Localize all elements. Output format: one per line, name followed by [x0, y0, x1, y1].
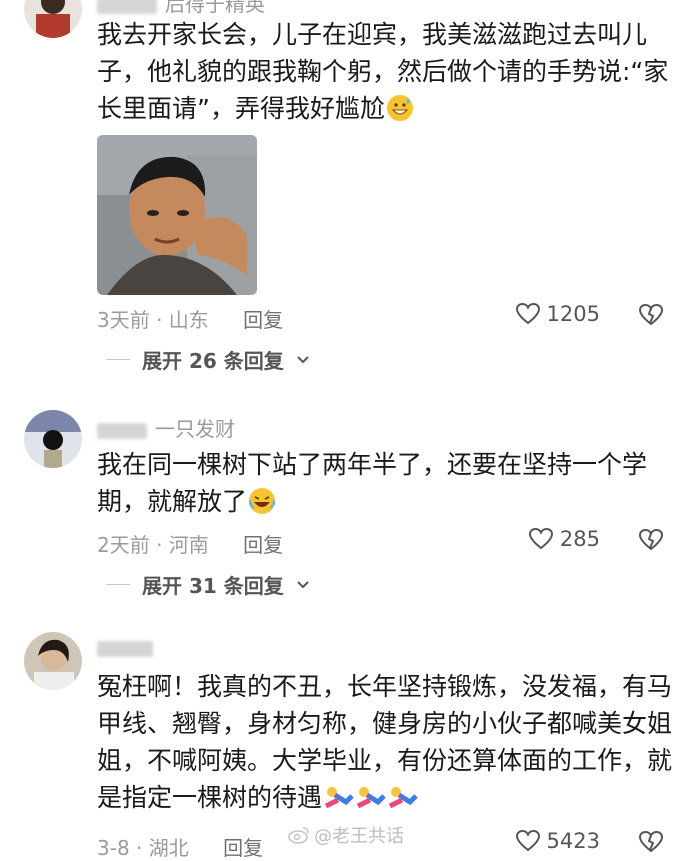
dislike-button[interactable]: [638, 830, 664, 858]
watermark: @老王共话: [288, 822, 404, 848]
broken-heart-icon: [638, 830, 664, 853]
meta-row: 3天前 · 山东 回复: [97, 304, 283, 333]
username[interactable]: 一只发财: [97, 413, 235, 442]
like-button[interactable]: 1205: [515, 302, 600, 326]
crying-laughing-emoji-icon: [249, 488, 276, 514]
grinning-sweat-emoji-icon: [386, 95, 413, 121]
like-count: 5423: [546, 829, 600, 853]
broken-heart-icon: [638, 528, 664, 551]
falling-person-emoji-icon: [324, 784, 354, 810]
dislike-button[interactable]: [638, 528, 664, 556]
avatar[interactable]: [24, 410, 82, 468]
divider-line: [106, 584, 130, 585]
username[interactable]: [97, 635, 161, 659]
heart-icon: [528, 527, 553, 550]
expand-replies-button[interactable]: 展开 26 条回复: [106, 345, 310, 374]
comment-text: 冤枉啊！我真的不丑，长年坚持锻炼，没发福，有马甲线、翘臀，身材匀称，健身房的小伙…: [97, 672, 673, 812]
heart-icon: [515, 302, 540, 325]
username[interactable]: 后得于精英: [97, 0, 265, 17]
like-button[interactable]: 5423: [515, 829, 600, 853]
like-button[interactable]: 285: [528, 527, 600, 551]
heart-icon: [515, 829, 540, 852]
falling-person-emoji-icon: [356, 784, 386, 810]
time-location: 3-8 · 湖北: [97, 836, 189, 860]
comment-text: 我去开家长会，儿子在迎宾，我美滋滋跑过去叫儿子，他礼貌的跟我鞠个躬，然后做个请的…: [97, 20, 669, 123]
meta-row: 2天前 · 河南 回复: [97, 529, 283, 558]
reply-button[interactable]: 回复: [223, 836, 263, 860]
time-location: 3天前 · 山东: [97, 308, 209, 332]
falling-person-emoji-icon: [388, 784, 418, 810]
dislike-button[interactable]: [638, 303, 664, 331]
avatar[interactable]: [24, 0, 82, 38]
time-location: 2天前 · 河南: [97, 533, 209, 557]
reply-button[interactable]: 回复: [243, 308, 283, 332]
broken-heart-icon: [638, 303, 664, 326]
weibo-logo-icon: [288, 827, 309, 844]
chevron-down-icon: [297, 580, 309, 588]
sticker-image[interactable]: [97, 135, 257, 295]
expand-replies-button[interactable]: 展开 31 条回复: [106, 570, 310, 599]
avatar[interactable]: [24, 632, 82, 690]
reply-button[interactable]: 回复: [243, 533, 283, 557]
like-count: 1205: [546, 302, 600, 326]
comment-text: 我在同一棵树下站了两年半了，还要在坚持一个学期，就解放了: [97, 450, 648, 516]
like-count: 285: [559, 527, 600, 551]
divider-line: [106, 359, 130, 360]
falling-person-emoji-group: [322, 783, 418, 812]
meta-row: 3-8 · 湖北 回复: [97, 832, 263, 861]
chevron-down-icon: [297, 355, 309, 363]
